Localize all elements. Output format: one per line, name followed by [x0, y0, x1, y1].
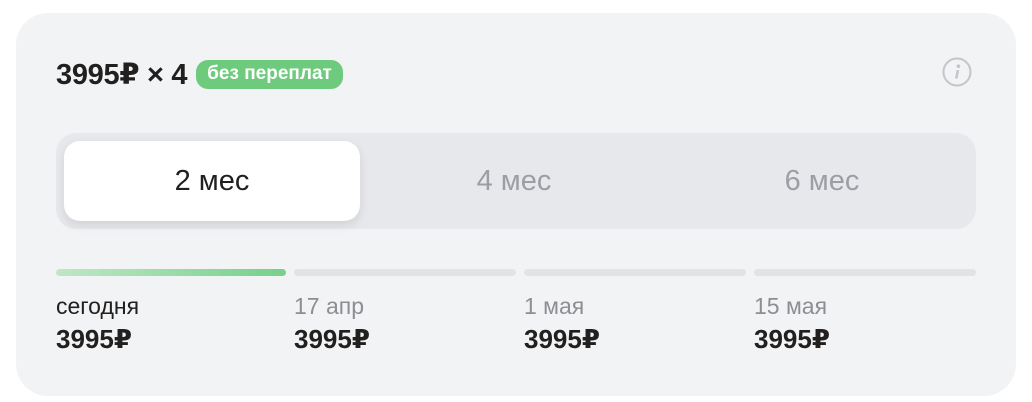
period-selector: 2 мес 4 мес 6 мес	[56, 133, 976, 229]
payment-amount: 3995₽	[56, 324, 132, 354]
payment-item: 15 мая 3995₽	[754, 269, 976, 355]
payment-item: 1 мая 3995₽	[524, 269, 746, 355]
payment-item: 17 апр 3995₽	[294, 269, 516, 355]
payment-date: 1 мая	[524, 293, 585, 319]
info-icon[interactable]	[942, 57, 972, 87]
period-option-2-months[interactable]: 2 мес	[64, 141, 360, 221]
payment-progress-bar	[56, 269, 286, 276]
payment-progress-bar	[294, 269, 516, 276]
payment-progress-bar	[524, 269, 746, 276]
payment-amount: 3995₽	[524, 324, 600, 354]
installment-card: 3995₽ × 4 без переплат 2 мес 4 мес 6 мес…	[16, 13, 1016, 396]
period-option-6-months[interactable]: 6 мес	[668, 141, 976, 221]
payment-date: 15 мая	[754, 293, 828, 319]
no-overpay-badge: без переплат	[196, 60, 343, 89]
installment-header: 3995₽ × 4 без переплат	[56, 57, 343, 92]
period-option-4-months[interactable]: 4 мес	[360, 141, 668, 221]
installment-price: 3995₽ × 4	[56, 59, 188, 91]
payment-date: 17 апр	[294, 293, 365, 319]
payment-progress-bar	[754, 269, 976, 276]
payment-date: сегодня	[56, 293, 140, 319]
payment-item: сегодня 3995₽	[56, 269, 286, 355]
payment-amount: 3995₽	[294, 324, 370, 354]
payment-amount: 3995₽	[754, 324, 830, 354]
payment-schedule: сегодня 3995₽ 17 апр 3995₽ 1 мая 3995₽ 1…	[56, 269, 976, 355]
